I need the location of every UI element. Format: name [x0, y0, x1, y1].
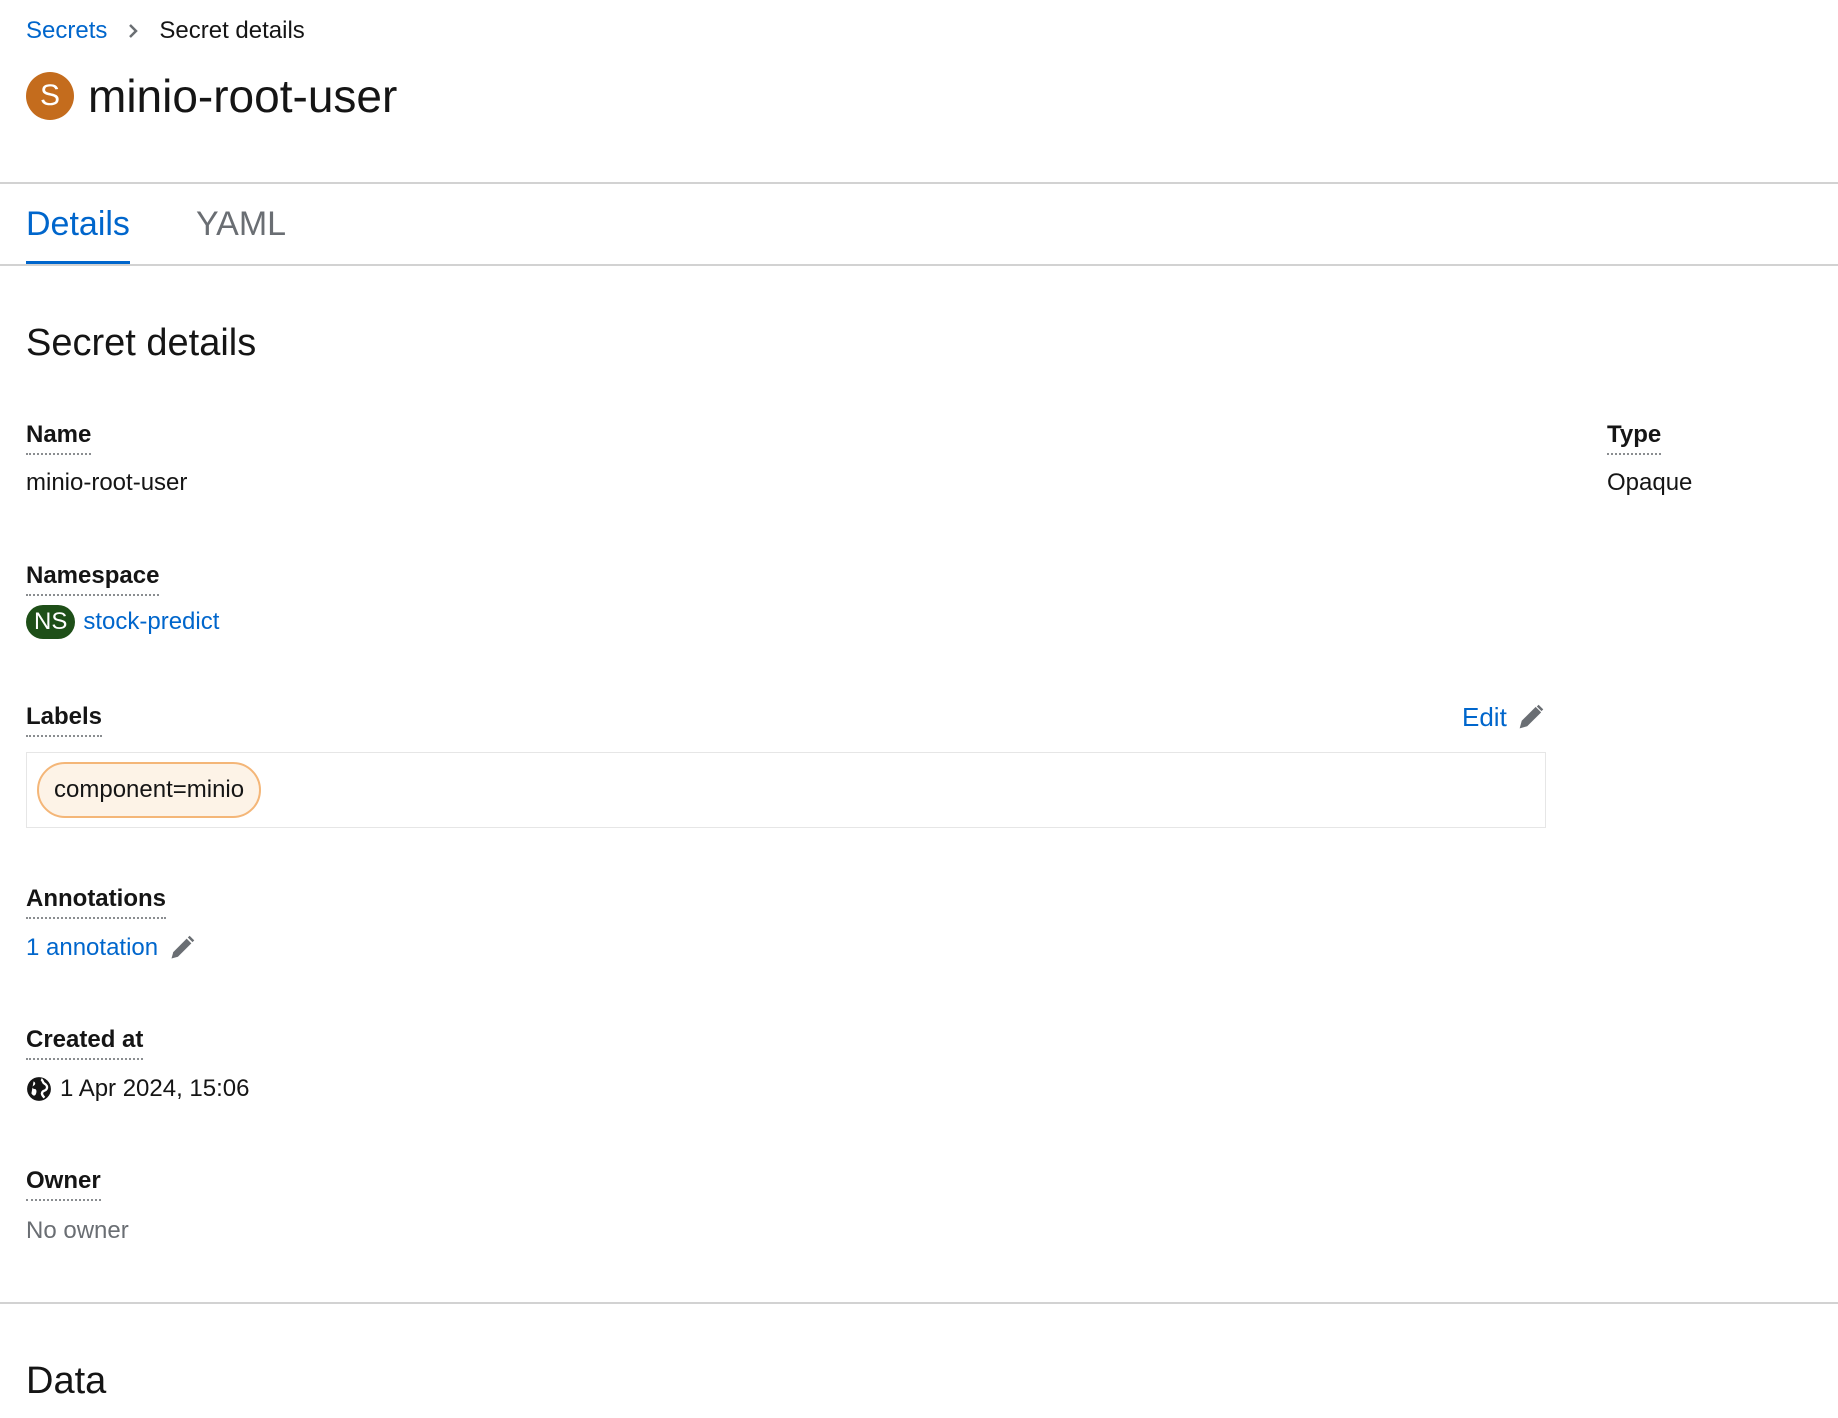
- tab-yaml[interactable]: YAML: [196, 184, 286, 264]
- owner-label: Owner: [26, 1166, 101, 1201]
- name-value: minio-root-user: [26, 469, 188, 496]
- labels-list[interactable]: component=minio: [26, 752, 1546, 828]
- namespace-badge: NS: [26, 605, 76, 639]
- namespace-link[interactable]: stock-predict: [83, 605, 219, 639]
- divider: [0, 264, 1838, 266]
- owner-value: No owner: [26, 1217, 129, 1244]
- page-title: minio-root-user: [88, 70, 398, 122]
- tab-bar: Details YAML: [0, 184, 1838, 265]
- pencil-icon: [1517, 703, 1545, 731]
- globe-icon: [26, 1076, 52, 1102]
- breadcrumb: Secrets Secret details: [26, 14, 305, 48]
- type-value: Opaque: [1607, 469, 1693, 496]
- secret-details-page: Secrets Secret details S minio-root-user…: [0, 0, 1838, 1418]
- breadcrumb-secrets-link[interactable]: Secrets: [26, 14, 107, 48]
- secret-resource-badge: S: [26, 72, 74, 120]
- edit-labels-text: Edit: [1462, 702, 1507, 732]
- tab-details[interactable]: Details: [26, 184, 130, 265]
- section-heading-secret-details: Secret details: [26, 322, 257, 364]
- page-header: S minio-root-user: [26, 68, 397, 124]
- namespace-label: Namespace: [26, 561, 160, 596]
- created-at-label: Created at: [26, 1025, 144, 1060]
- created-at-text: 1 Apr 2024, 15:06: [60, 1075, 250, 1102]
- namespace-value: NS stock-predict: [26, 605, 219, 639]
- breadcrumb-current: Secret details: [159, 17, 305, 44]
- created-at-value: 1 Apr 2024, 15:06: [26, 1072, 250, 1106]
- chevron-right-icon: [127, 22, 139, 40]
- section-heading-data: Data: [26, 1360, 107, 1402]
- annotations-value[interactable]: 1 annotation: [26, 931, 196, 965]
- pencil-icon[interactable]: [168, 934, 196, 962]
- annotations-link[interactable]: 1 annotation: [26, 931, 158, 965]
- edit-labels-button[interactable]: Edit: [1462, 700, 1545, 734]
- name-label: Name: [26, 420, 92, 455]
- labels-label: Labels: [26, 702, 103, 737]
- divider: [0, 1302, 1838, 1304]
- type-label: Type: [1607, 420, 1662, 455]
- annotations-label: Annotations: [26, 884, 166, 919]
- label-chip[interactable]: component=minio: [37, 762, 262, 818]
